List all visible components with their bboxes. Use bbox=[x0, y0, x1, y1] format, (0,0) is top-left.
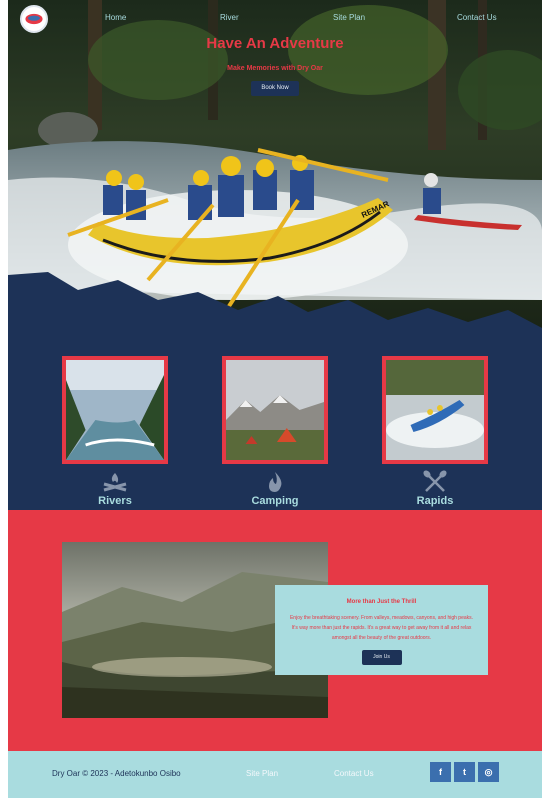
book-now-button[interactable]: Book Now bbox=[251, 81, 299, 96]
nav-home[interactable]: Home bbox=[105, 13, 126, 22]
twitter-icon[interactable]: t bbox=[454, 762, 475, 782]
footer-link-site-plan[interactable]: Site Plan bbox=[246, 769, 278, 778]
feature-rivers: Rivers bbox=[62, 356, 168, 507]
promo-body: Enjoy the breathtaking scenery. From val… bbox=[289, 615, 474, 641]
feature-camping: Camping bbox=[222, 356, 328, 507]
hero-section: REMAR Home River Site Plan Contact Us Ha… bbox=[8, 0, 542, 330]
raft-logo-icon bbox=[25, 13, 43, 25]
feature-label-rapids: Rapids bbox=[416, 495, 454, 507]
site-footer: Dry Oar © 2023 - Adetokunbo Osibo Site P… bbox=[8, 751, 542, 798]
promo-title: More than Just the Thrill bbox=[346, 599, 417, 605]
nav-site-plan[interactable]: Site Plan bbox=[333, 13, 365, 22]
join-us-button[interactable]: Join Us bbox=[361, 650, 402, 665]
hero-subtitle: Make Memories with Dry Oar bbox=[227, 65, 323, 72]
campfire-icon bbox=[103, 473, 127, 492]
hero-title: Have An Adventure bbox=[206, 35, 344, 52]
feature-label-rivers: Rivers bbox=[98, 495, 132, 507]
promo-section: More than Just the Thrill Enjoy the brea… bbox=[8, 510, 542, 751]
nav-river[interactable]: River bbox=[220, 13, 239, 22]
rapids-photo bbox=[382, 356, 488, 464]
feature-rapids: Rapids bbox=[382, 356, 488, 507]
copyright-text: Dry Oar © 2023 - Adetokunbo Osibo bbox=[52, 769, 181, 778]
rivers-photo bbox=[62, 356, 168, 464]
footer-link-contact-us[interactable]: Contact Us bbox=[334, 769, 374, 778]
instagram-icon[interactable]: ◎ bbox=[478, 762, 499, 782]
camping-photo bbox=[222, 356, 328, 464]
promo-card: More than Just the Thrill Enjoy the brea… bbox=[275, 585, 488, 675]
page-frame: REMAR Home River Site Plan Contact Us Ha… bbox=[8, 0, 542, 798]
feature-label-camping: Camping bbox=[251, 495, 299, 507]
site-logo[interactable] bbox=[20, 5, 48, 33]
crossed-paddles-icon bbox=[423, 470, 447, 492]
facebook-icon[interactable]: f bbox=[430, 762, 451, 782]
flame-icon bbox=[269, 472, 282, 492]
nav-contact-us[interactable]: Contact Us bbox=[457, 13, 497, 22]
